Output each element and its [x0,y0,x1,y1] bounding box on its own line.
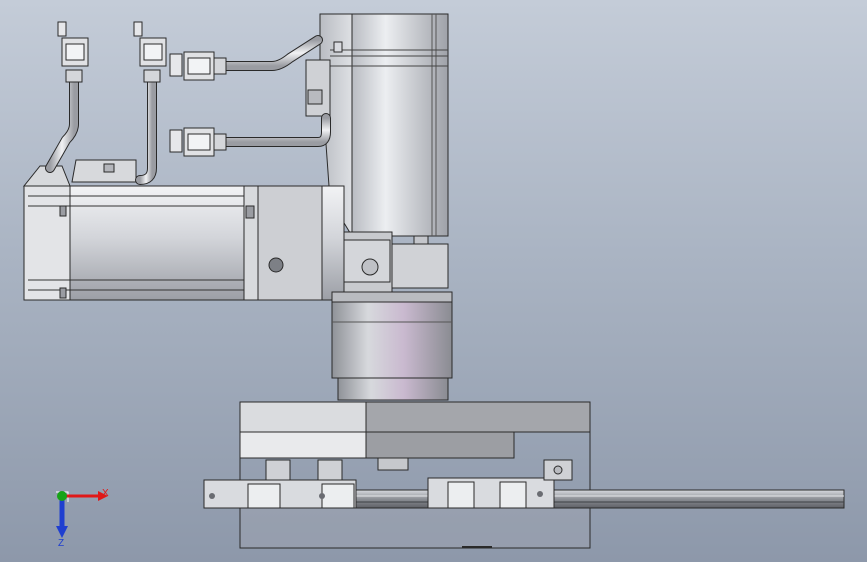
plug-connector-1 [57,21,89,67]
base-plate-detail [462,546,492,548]
plug-connector-3 [169,51,215,81]
z-axis-arrow-icon [56,496,68,538]
cad-model-drawing [22,13,845,549]
cad-viewport[interactable] [0,0,867,562]
y-axis-dot-icon [57,491,67,501]
horizontal-servo-motor[interactable] [22,159,345,301]
base-plate-assembly[interactable] [239,401,591,549]
rail-carriage-left[interactable] [203,459,357,509]
gear-reducer[interactable] [331,291,453,401]
z-axis-label: Z [58,538,64,548]
rail-carriage-right[interactable] [427,459,573,509]
plug-connector-2 [133,21,167,67]
plug-connector-4 [169,127,215,157]
x-axis-label: X [102,488,109,499]
coordinate-triad: X Z [42,478,122,549]
